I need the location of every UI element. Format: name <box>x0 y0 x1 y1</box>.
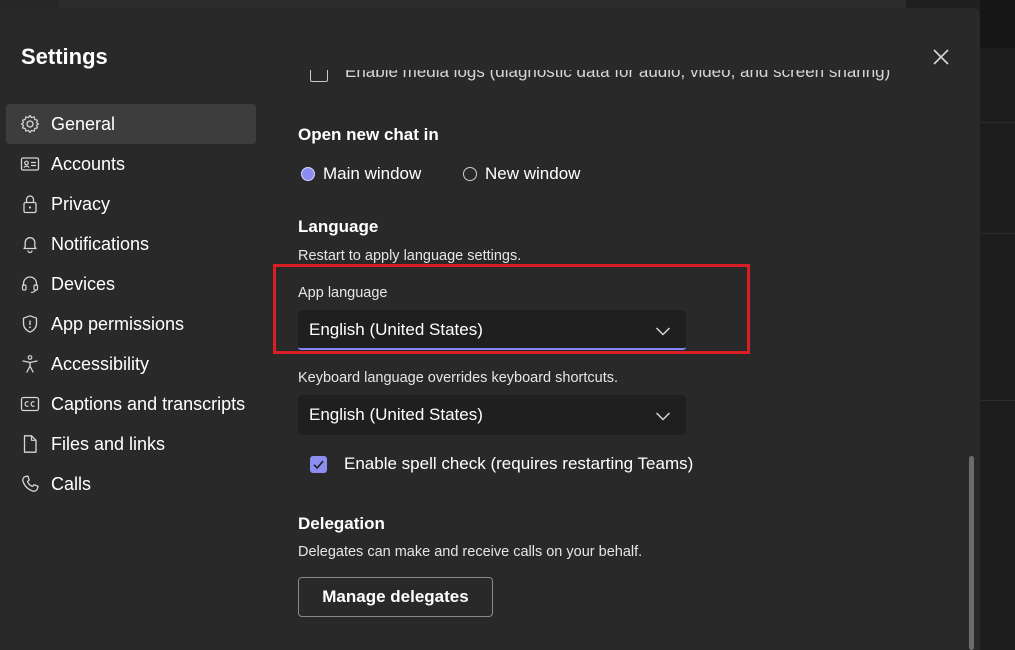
language-description: Restart to apply language settings. <box>298 248 522 264</box>
nav-label: Privacy <box>51 193 111 214</box>
headset-icon <box>21 276 39 294</box>
spell-check-label: Enable spell check (requires restarting … <box>344 454 694 473</box>
keyboard-language-value: English (United States) <box>309 405 483 424</box>
nav-item-calls[interactable]: Calls <box>6 464 256 504</box>
lock-icon <box>23 195 37 214</box>
keyboard-language-dropdown[interactable]: English (United States) <box>298 395 686 435</box>
nav-item-captions[interactable]: Captions and transcripts <box>6 384 256 424</box>
background-app-edge <box>980 0 1015 650</box>
radio-indicator <box>463 167 477 181</box>
nav-item-accounts[interactable]: Accounts <box>6 144 256 184</box>
nav-label: Files and links <box>51 433 166 454</box>
gear-icon <box>20 114 40 134</box>
radio-new-window[interactable]: New window <box>463 163 580 185</box>
background-app-strip <box>0 0 58 8</box>
nav-label: General <box>51 113 116 134</box>
nav-label: Devices <box>51 273 116 294</box>
settings-dialog: Settings General Accounts Privacy Notifi… <box>0 8 980 650</box>
accessibility-icon <box>22 355 38 373</box>
app-language-value: English (United States) <box>309 320 483 339</box>
cc-icon <box>20 396 40 412</box>
chevron-down-icon <box>655 327 671 336</box>
language-heading: Language <box>298 217 379 236</box>
app-language-label: App language <box>298 285 388 301</box>
nav-item-accessibility[interactable]: Accessibility <box>6 344 256 384</box>
nav-label: Calls <box>51 473 92 494</box>
settings-nav: General Accounts Privacy Notifications D… <box>6 104 256 504</box>
radio-label: New window <box>485 164 581 183</box>
radio-label: Main window <box>323 164 422 183</box>
checkmark-icon <box>313 460 324 469</box>
media-logs-label: Enable media logs (diagnostic data for a… <box>345 70 891 81</box>
nav-item-app-permissions[interactable]: App permissions <box>6 304 256 344</box>
open-chat-heading: Open new chat in <box>298 125 439 144</box>
phone-icon <box>22 475 39 492</box>
shield-icon <box>22 315 38 333</box>
background-app-strip <box>58 0 906 8</box>
delegation-description: Delegates can make and receive calls on … <box>298 544 643 560</box>
nav-label: Notifications <box>51 233 150 254</box>
nav-label: App permissions <box>51 313 185 334</box>
spell-check-option[interactable]: Enable spell check (requires restarting … <box>310 453 693 475</box>
manage-delegates-button[interactable]: Manage delegates <box>298 577 493 617</box>
file-icon <box>23 435 37 453</box>
settings-content: Enable media logs (diagnostic data for a… <box>298 8 938 650</box>
spell-check-checkbox[interactable] <box>310 455 327 473</box>
media-logs-checkbox[interactable] <box>310 70 328 82</box>
delegation-heading: Delegation <box>298 514 385 533</box>
nav-item-privacy[interactable]: Privacy <box>6 184 256 224</box>
nav-item-notifications[interactable]: Notifications <box>6 224 256 264</box>
media-logs-row[interactable]: Enable media logs (diagnostic data for a… <box>298 70 938 90</box>
keyboard-language-label: Keyboard language overrides keyboard sho… <box>298 370 618 386</box>
nav-label: Accounts <box>51 153 126 174</box>
nav-item-devices[interactable]: Devices <box>6 264 256 304</box>
nav-label: Accessibility <box>51 353 150 374</box>
nav-label: Captions and transcripts <box>51 393 246 414</box>
nav-item-general[interactable]: General <box>6 104 256 144</box>
nav-item-files-and-links[interactable]: Files and links <box>6 424 256 464</box>
radio-main-window[interactable]: Main window <box>301 163 421 185</box>
app-language-dropdown[interactable]: English (United States) <box>298 310 686 350</box>
radio-indicator <box>301 167 315 181</box>
content-scrollbar[interactable] <box>969 456 974 650</box>
chevron-down-icon <box>655 412 671 421</box>
dialog-title: Settings <box>21 44 108 69</box>
id-card-icon <box>20 157 40 171</box>
bell-icon <box>23 237 37 254</box>
